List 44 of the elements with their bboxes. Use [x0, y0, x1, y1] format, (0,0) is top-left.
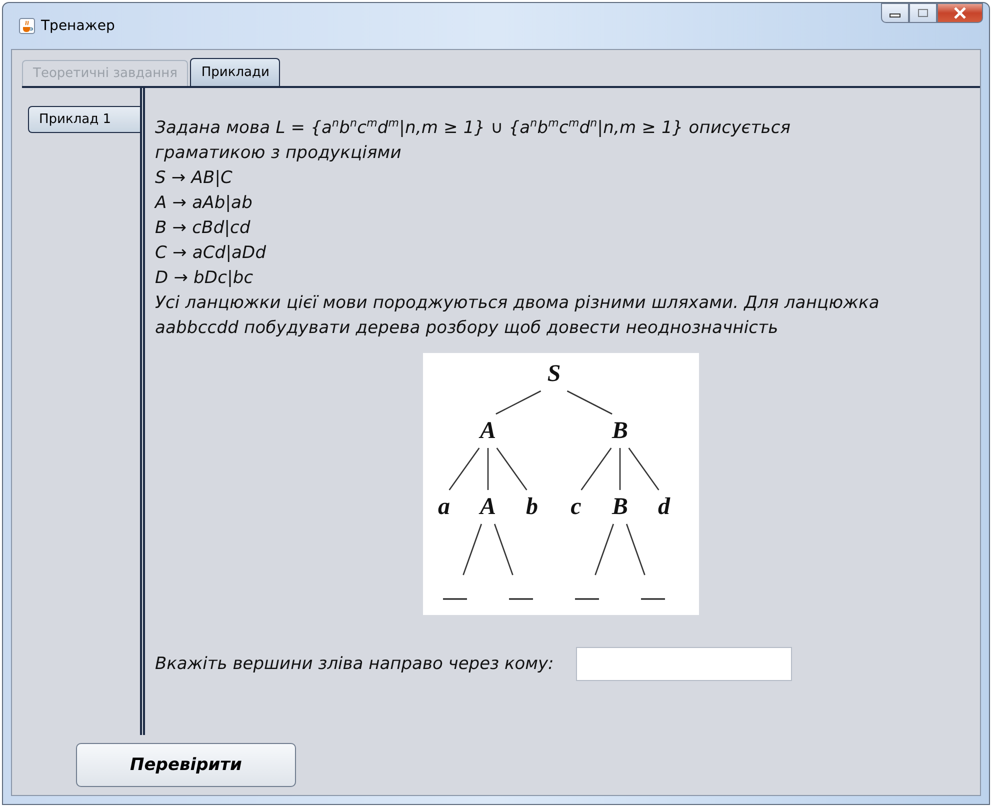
tree-edge [626, 524, 646, 576]
tree-node-label: B [612, 494, 628, 520]
tree-edge [594, 524, 614, 576]
tree-node-label: d [658, 494, 670, 520]
check-button[interactable]: Перевірити [76, 743, 296, 787]
tree-edge [462, 524, 482, 576]
window-title: Тренажер [41, 18, 115, 34]
tab[interactable]: Приклади [190, 58, 280, 86]
tree-edge [487, 448, 489, 490]
blank-line [575, 598, 599, 600]
tree-edge [496, 448, 528, 490]
tree-node-label: A [480, 494, 496, 520]
task-text: S → AB|C [155, 167, 234, 190]
tree-edge [566, 390, 612, 415]
tree-edge [628, 448, 660, 490]
blank-line [509, 598, 533, 600]
java-cup-icon [19, 18, 35, 34]
task-text: Усі ланцюжки цієї мови породжуються двома різними шляхами. Для ланцюжка aabbccdd побудувати дерева розбору щоб довести неоднозначність [155, 292, 880, 340]
tree-edge [448, 448, 480, 490]
tree-edge [496, 390, 542, 415]
minimize-button[interactable] [881, 3, 909, 23]
tree-edge [580, 448, 612, 490]
tree-node-label: c [570, 494, 582, 520]
task-text: A → aAb|ab [155, 192, 254, 215]
tree-edge [619, 448, 621, 490]
close-icon [953, 7, 967, 19]
task-text: B → cBd|cd [155, 217, 252, 240]
answer-field[interactable] [576, 647, 792, 681]
tree-node-label: b [526, 494, 538, 520]
tree-node-label: S [547, 361, 561, 387]
answer-prompt: Вкажіть вершини зліва направо через кому: [155, 654, 554, 674]
blank-line [443, 598, 467, 600]
tree-node-label: a [438, 494, 450, 520]
blank-line [641, 598, 665, 600]
tree-node-label: A [480, 418, 496, 444]
task-text: D → bDc|bc [155, 267, 254, 290]
close-button[interactable] [937, 3, 983, 23]
task-text: Задана мова L = {a$^{n}$b$^{n}$c$^{m}$d$^{m}$|n,m ≥ 1} ∪ {a$^{n}$b$^{m}$c$^{m}$d$^{n}$|n,m ≥ 1} описується граматикою з продукціями [155, 116, 792, 165]
maximize-icon [917, 8, 929, 18]
task-text: C → aCd|aDd [155, 242, 268, 265]
tree-node-label: B [612, 418, 628, 444]
tree-edge [494, 524, 514, 576]
maximize-button[interactable] [909, 3, 937, 23]
side-tab[interactable]: Приклад 1 [28, 106, 140, 133]
